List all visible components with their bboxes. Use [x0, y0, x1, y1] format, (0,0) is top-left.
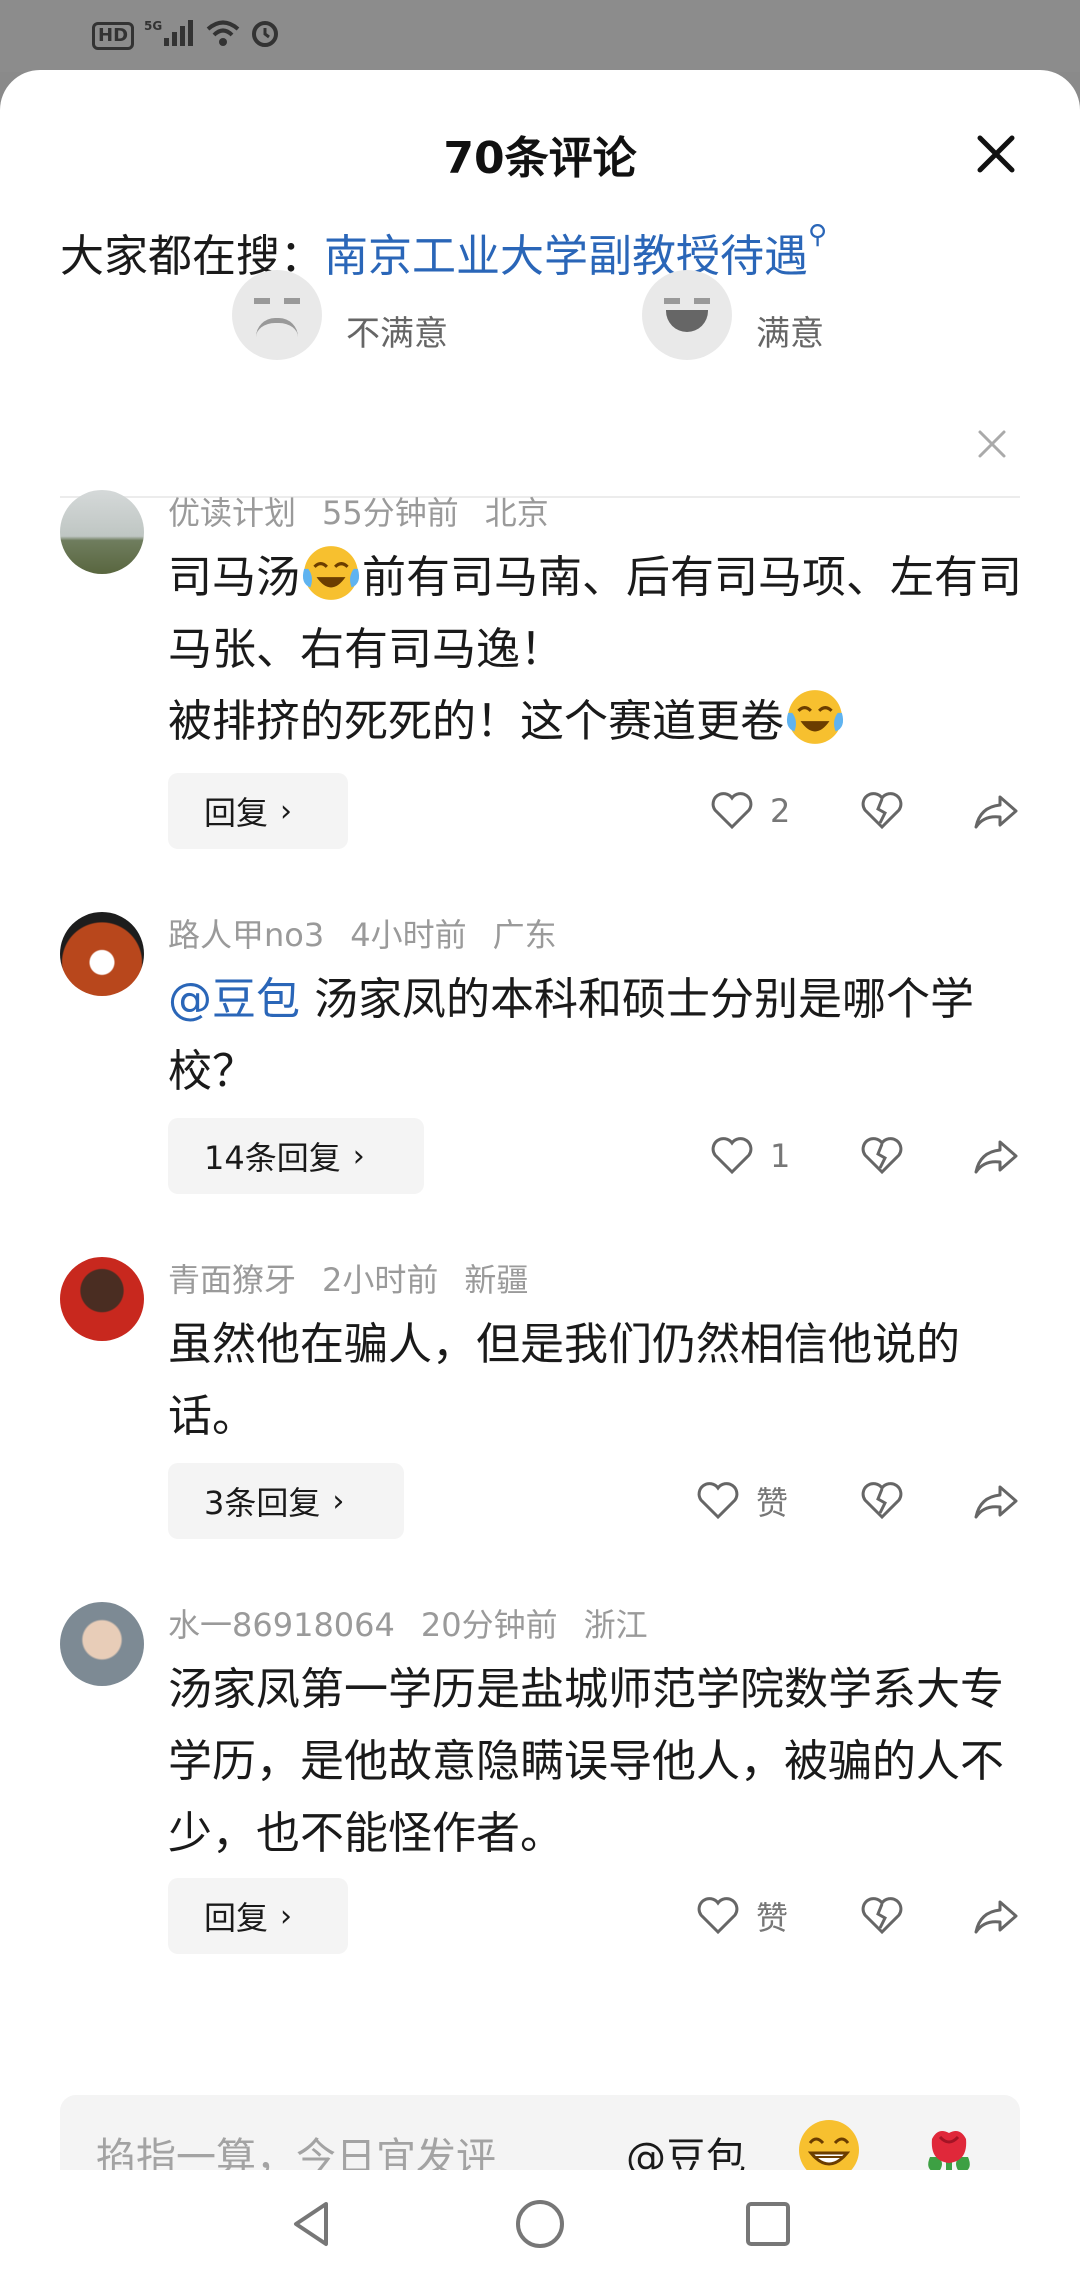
comment-actions: 1 [700, 1118, 1030, 1194]
comment-actions: 2 [700, 773, 1030, 849]
comment-time: 2小时前 [322, 1261, 439, 1299]
share-icon [974, 795, 1018, 829]
comment-username[interactable]: 青面獠牙 [168, 1261, 296, 1299]
share-button[interactable] [972, 1118, 1020, 1194]
close-icon[interactable] [972, 130, 1020, 178]
avatar[interactable] [60, 490, 144, 574]
comment-username[interactable]: 水一86918064 [168, 1606, 395, 1644]
svg-text:5G: 5G [144, 19, 162, 33]
signal-icon: 5G [144, 18, 196, 54]
share-icon [974, 1900, 1018, 1934]
broken-heart-icon [861, 1897, 903, 1935]
comment-text: 司马汤 前有司马南、后有司马项、左有司马张、右有司马逸！ 被排挤的死死的！这个赛道更… [168, 542, 1028, 758]
like-button[interactable]: 赞 [696, 1878, 788, 1954]
comment-meta: 路人甲no3 4小时前 广东 [168, 910, 583, 956]
comment-username[interactable]: 优读计划 [168, 494, 296, 532]
comment-meta: 青面獠牙 2小时前 新疆 [168, 1255, 554, 1301]
share-button[interactable] [972, 1878, 1020, 1954]
comment-location: 北京 [484, 494, 549, 532]
comment-location: 广东 [492, 916, 557, 954]
reply-button[interactable]: 回复 › [168, 1878, 348, 1954]
comment-location: 浙江 [583, 1606, 648, 1644]
unsatisfied-face-icon [232, 270, 322, 360]
reply-button[interactable]: 3条回复 › [168, 1463, 404, 1539]
heart-icon [697, 1897, 739, 1935]
avatar[interactable] [60, 1602, 144, 1686]
heart-icon [711, 792, 753, 830]
avatar[interactable] [60, 912, 144, 996]
hd-icon: HD [92, 22, 135, 50]
comment-time: 55分钟前 [322, 494, 459, 532]
like-count: 1 [770, 1137, 791, 1175]
like-count: 赞 [756, 1899, 789, 1937]
status-bar: HD 5G [0, 0, 1080, 72]
search-icon: ⚲ [808, 220, 828, 250]
recents-icon[interactable] [738, 2194, 798, 2254]
satisfied-option[interactable]: 满意 [642, 270, 824, 360]
laughing-crying-emoji-icon [786, 690, 844, 744]
home-icon[interactable] [510, 2194, 570, 2254]
system-nav-bar [0, 2170, 1080, 2280]
like-button[interactable]: 1 [710, 1118, 790, 1194]
laughing-crying-emoji-icon [302, 546, 360, 600]
like-button[interactable]: 赞 [696, 1463, 788, 1539]
reply-button[interactable]: 回复 › [168, 773, 348, 849]
mention-link[interactable]: @豆包 [168, 974, 300, 1025]
back-icon[interactable] [282, 2194, 342, 2254]
alarm-icon [250, 18, 280, 54]
heart-icon [711, 1137, 753, 1175]
wifi-icon [206, 19, 240, 53]
like-count: 赞 [756, 1484, 789, 1522]
dislike-button[interactable] [860, 1118, 904, 1194]
like-count: 2 [770, 792, 791, 830]
comment-time: 20分钟前 [420, 1606, 558, 1644]
comment-text: @豆包 汤家凤的本科和硕士分别是哪个学校？ [168, 974, 974, 1097]
unsatisfied-option[interactable]: 不满意 [232, 270, 448, 360]
comment-time: 4小时前 [350, 916, 467, 954]
avatar[interactable] [60, 1257, 144, 1341]
dislike-button[interactable] [860, 1463, 904, 1539]
trending-query-link[interactable]: 南京工业大学副教授待遇⚲ [324, 220, 827, 282]
share-button[interactable] [972, 1463, 1020, 1539]
broken-heart-icon [861, 1137, 903, 1175]
page-title: 70条评论 [443, 133, 637, 184]
comment-meta: 优读计划 55分钟前 北京 [168, 488, 575, 534]
comment-meta: 水一86918064 20分钟前 浙江 [168, 1600, 674, 1646]
like-button[interactable]: 2 [710, 773, 790, 849]
dislike-button[interactable] [860, 773, 904, 849]
comments-sheet: 70条评论 大家都在搜：南京工业大学副教授待遇⚲ 不满意 满意 优读计划 55分钟… [0, 70, 1080, 2280]
broken-heart-icon [861, 1482, 903, 1520]
satisfied-label: 满意 [756, 313, 824, 354]
reply-button[interactable]: 14条回复 › [168, 1118, 424, 1194]
comment-text: 汤家凤第一学历是盐城师范学院数学系大专学历，是他故意隐瞒误导他人，被骗的人不少，… [168, 1664, 1004, 1859]
comment-username[interactable]: 路人甲no3 [168, 916, 324, 954]
comment-actions: 赞 [697, 1878, 1030, 1954]
trending-search: 大家都在搜：南京工业大学副教授待遇⚲ [60, 220, 827, 284]
satisfied-face-icon [642, 270, 732, 360]
comment-text: 虽然他在骗人，但是我们仍然相信他说的话。 [168, 1319, 960, 1442]
comment-location: 新疆 [464, 1261, 529, 1299]
share-button[interactable] [972, 773, 1020, 849]
satisfaction-close-icon[interactable] [976, 428, 1008, 460]
unsatisfied-label: 不满意 [346, 313, 448, 354]
heart-icon [697, 1482, 739, 1520]
broken-heart-icon [861, 792, 903, 830]
share-icon [974, 1140, 1018, 1174]
dislike-button[interactable] [860, 1878, 904, 1954]
comment-actions: 赞 [697, 1463, 1030, 1539]
share-icon [974, 1485, 1018, 1519]
